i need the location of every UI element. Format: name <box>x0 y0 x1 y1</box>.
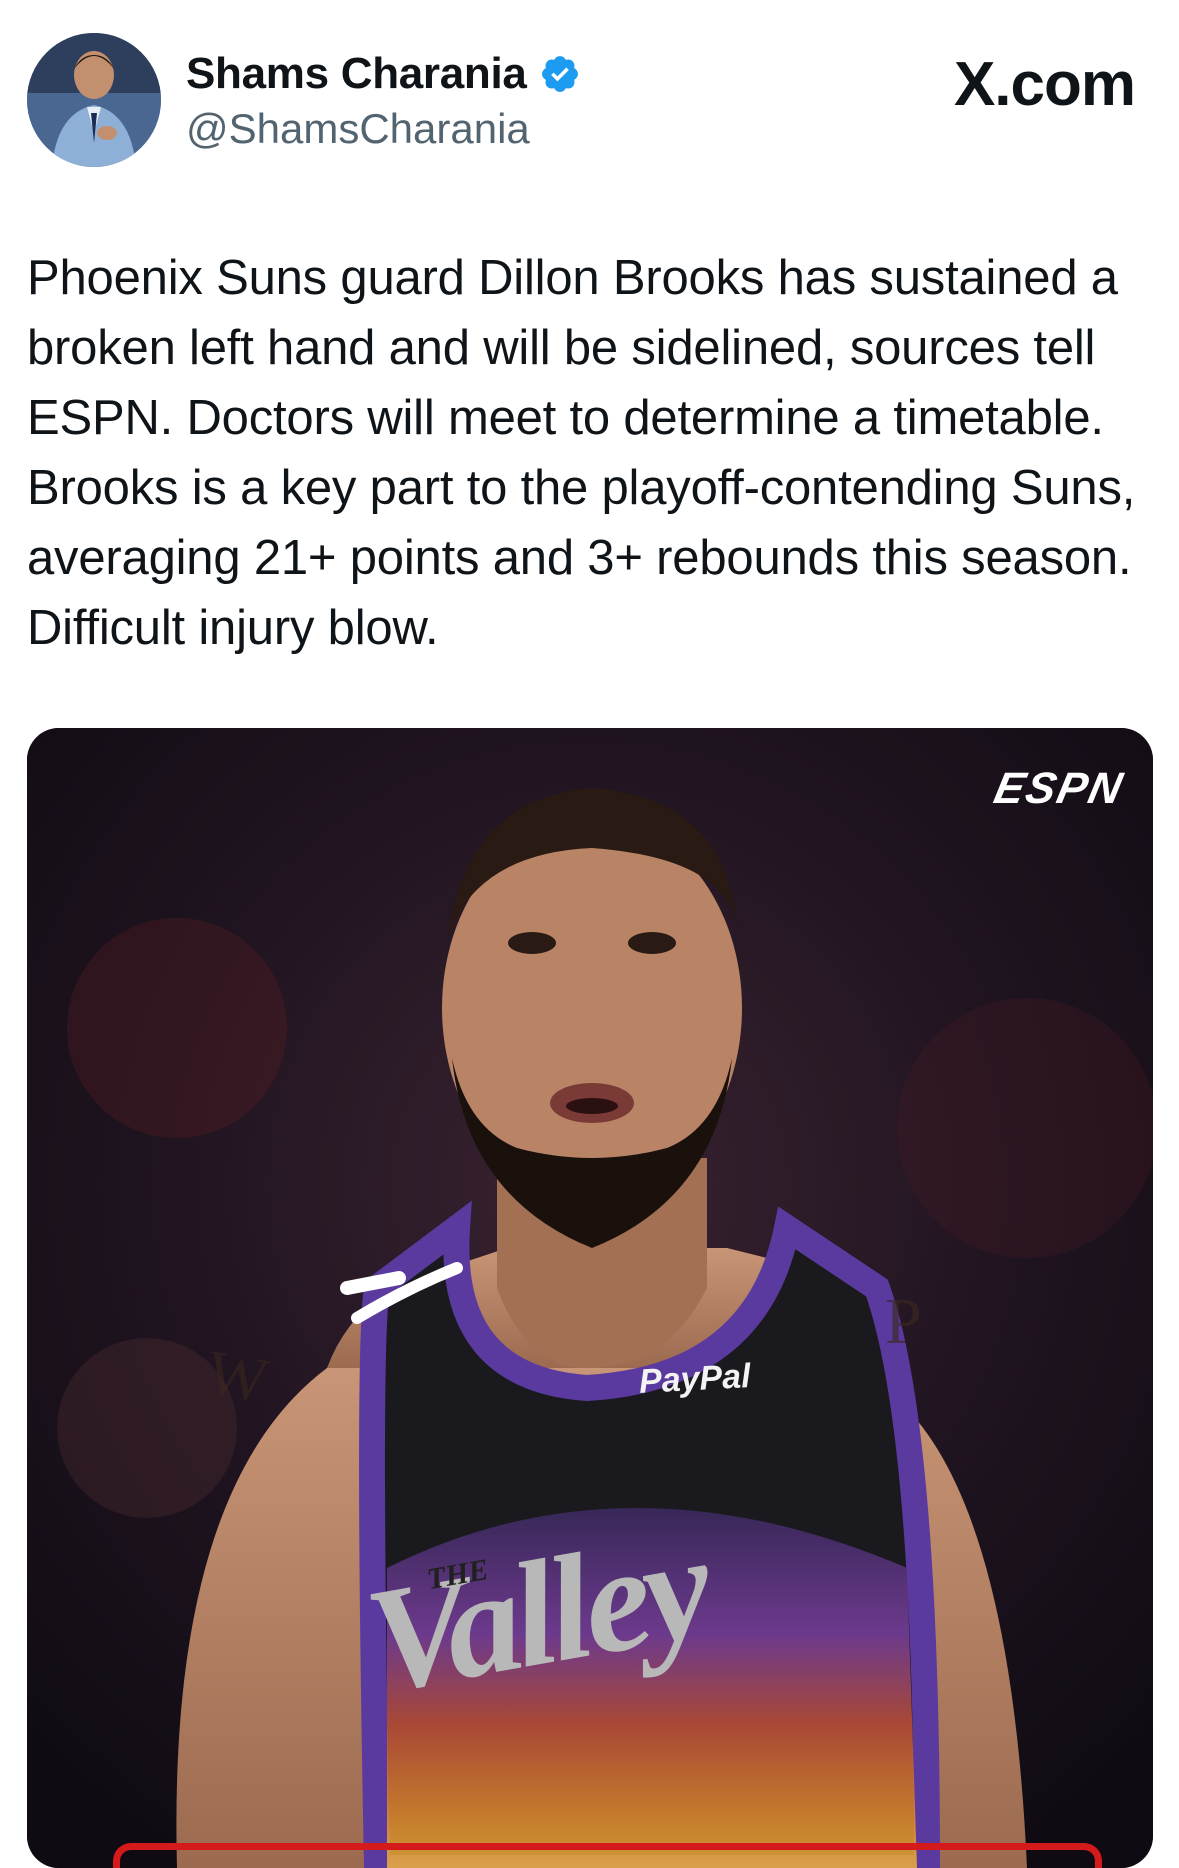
x-com-brand: X.com <box>953 50 1136 119</box>
player-photo <box>27 728 1153 1868</box>
media-red-frame <box>113 1843 1102 1868</box>
author-display-name[interactable]: Shams Charania <box>186 48 527 100</box>
tattoo-left-letter: W <box>201 1336 274 1417</box>
avatar-image <box>27 33 161 167</box>
tattoo-right-letter: P <box>885 1285 922 1358</box>
author-avatar[interactable] <box>27 33 161 167</box>
jersey-sponsor-logo: PayPal <box>638 1357 752 1401</box>
author-name-row[interactable]: Shams Charania <box>186 48 581 100</box>
espn-logo: ESPN <box>990 764 1129 813</box>
verified-badge-icon <box>539 53 581 95</box>
tweet-media-image[interactable]: ESPN W P PayPal Valley THE <box>27 728 1153 1868</box>
tweet-text: Phoenix Suns guard Dillon Brooks has sus… <box>27 251 1136 655</box>
tweet-header: Shams Charania @ShamsCharania X.com <box>0 0 1179 190</box>
author-handle[interactable]: @ShamsCharania <box>186 104 530 154</box>
